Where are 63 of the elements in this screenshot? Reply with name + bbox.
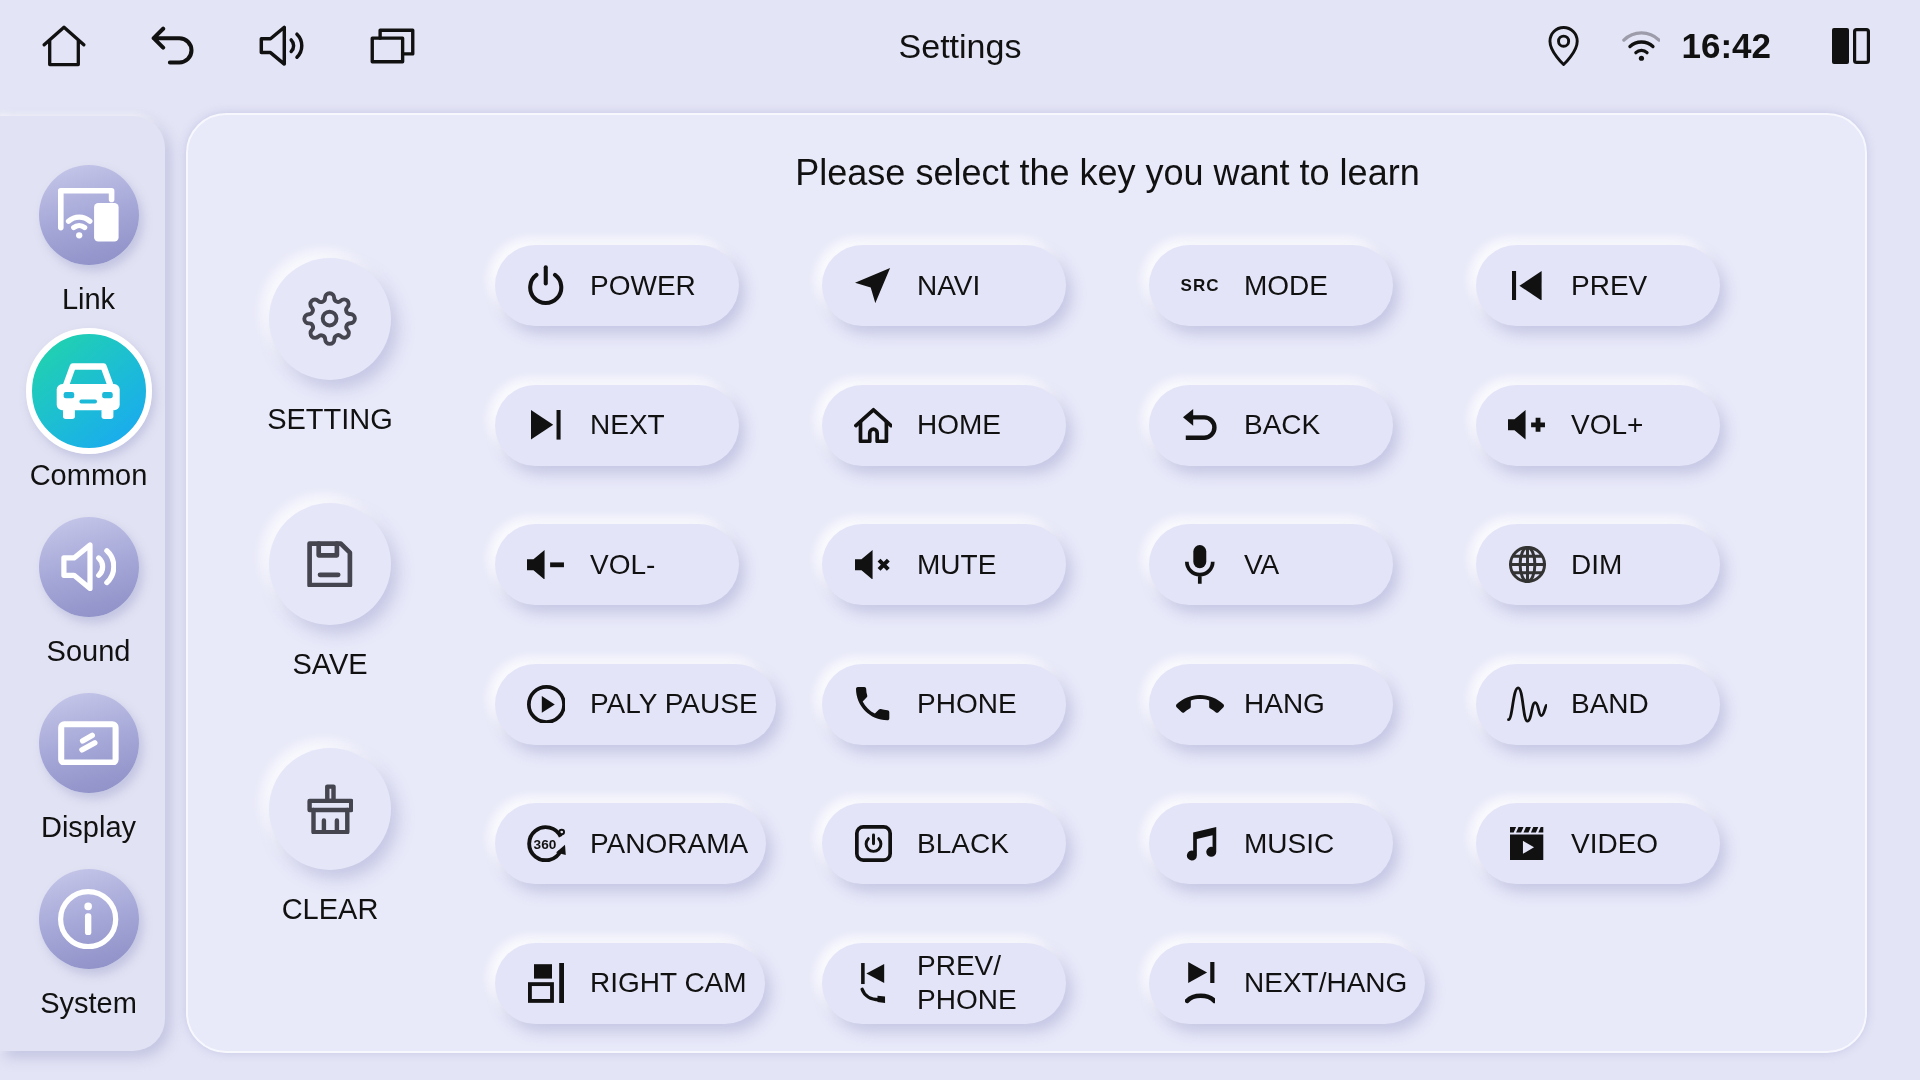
key-button[interactable]: BAND (1476, 663, 1720, 745)
key-button[interactable]: NEXT/HANG (1149, 942, 1426, 1024)
location-pin-icon (1548, 25, 1580, 67)
volume-icon[interactable] (259, 25, 306, 67)
key-button[interactable]: NAVI (822, 245, 1066, 326)
instruction-text: Please select the key you want to learn (795, 151, 1420, 195)
sidebar-item[interactable]: Link (13, 152, 164, 316)
sidebar-item[interactable]: Common (13, 328, 164, 492)
key-button[interactable]: NEXT (495, 384, 739, 466)
wifi-icon (1621, 31, 1661, 61)
key-button[interactable]: HOME (822, 384, 1066, 466)
key-button[interactable]: SRC MODE (1149, 245, 1393, 326)
clock-time: 16:42 (1681, 26, 1771, 66)
power-icon (528, 265, 564, 306)
save-button[interactable]: SAVE (269, 503, 391, 681)
clapperboard-icon (1510, 826, 1544, 861)
key-button[interactable]: PHONE (822, 663, 1066, 745)
sidebar-item[interactable]: Sound (13, 504, 164, 668)
icon-text: 360 (533, 836, 556, 852)
split-panes-icon[interactable] (1832, 28, 1870, 64)
camera-layout-icon (528, 962, 564, 1004)
key-button[interactable]: MUTE (822, 524, 1066, 605)
window-title: Settings (898, 26, 1022, 66)
key-button[interactable]: VA (1149, 524, 1393, 605)
settings-button[interactable]: SETTING (267, 258, 393, 436)
overlapping-windows-icon[interactable] (370, 28, 416, 64)
key-button[interactable]: VIDEO (1476, 803, 1720, 884)
volume-up-icon (1508, 410, 1546, 440)
key-button[interactable]: PREV/ PHONE (822, 942, 1066, 1024)
skip-forward-icon (531, 410, 561, 440)
key-button[interactable]: DIM (1476, 524, 1720, 605)
play-circle-icon (526, 684, 566, 724)
skip-back-icon (1512, 270, 1542, 301)
skip-forward-hang-up-icon (1184, 962, 1216, 1004)
key-button[interactable]: VOL+ (1476, 384, 1720, 466)
key-button[interactable]: VOL- (495, 524, 739, 605)
globe-icon (1508, 546, 1546, 583)
clear-button[interactable]: CLEAR (269, 748, 391, 926)
abbreviation-label: SRC (1180, 275, 1220, 296)
microphone-icon (1185, 545, 1215, 584)
volume-down-icon (527, 549, 565, 580)
mute-icon (854, 549, 892, 580)
power-square-icon (854, 825, 892, 862)
key-button[interactable]: MUSIC (1149, 803, 1393, 884)
home-icon (853, 406, 893, 444)
key-button[interactable]: RIGHT CAM (495, 942, 765, 1024)
back-icon[interactable] (151, 26, 195, 66)
wave-icon (1506, 685, 1548, 723)
key-button[interactable]: PREV (1476, 245, 1720, 326)
hang-up-icon (1176, 695, 1224, 713)
key-button[interactable]: 360 PANORAMA (495, 803, 767, 884)
sidebar-item[interactable]: System (13, 856, 164, 1020)
sidebar-item[interactable]: Display (13, 680, 164, 844)
key-button[interactable]: PALY PAUSE (495, 663, 776, 745)
key-button[interactable]: BACK (1149, 384, 1393, 466)
key-button[interactable]: BLACK (822, 803, 1066, 884)
home-icon[interactable] (42, 24, 86, 68)
key-button[interactable]: HANG (1149, 663, 1393, 745)
key-button[interactable]: POWER (495, 245, 739, 326)
skip-back-phone-icon (859, 962, 887, 1004)
back-arrow-icon (1182, 409, 1218, 441)
navigation-arrow-icon (855, 267, 891, 304)
phone-icon (856, 687, 890, 721)
